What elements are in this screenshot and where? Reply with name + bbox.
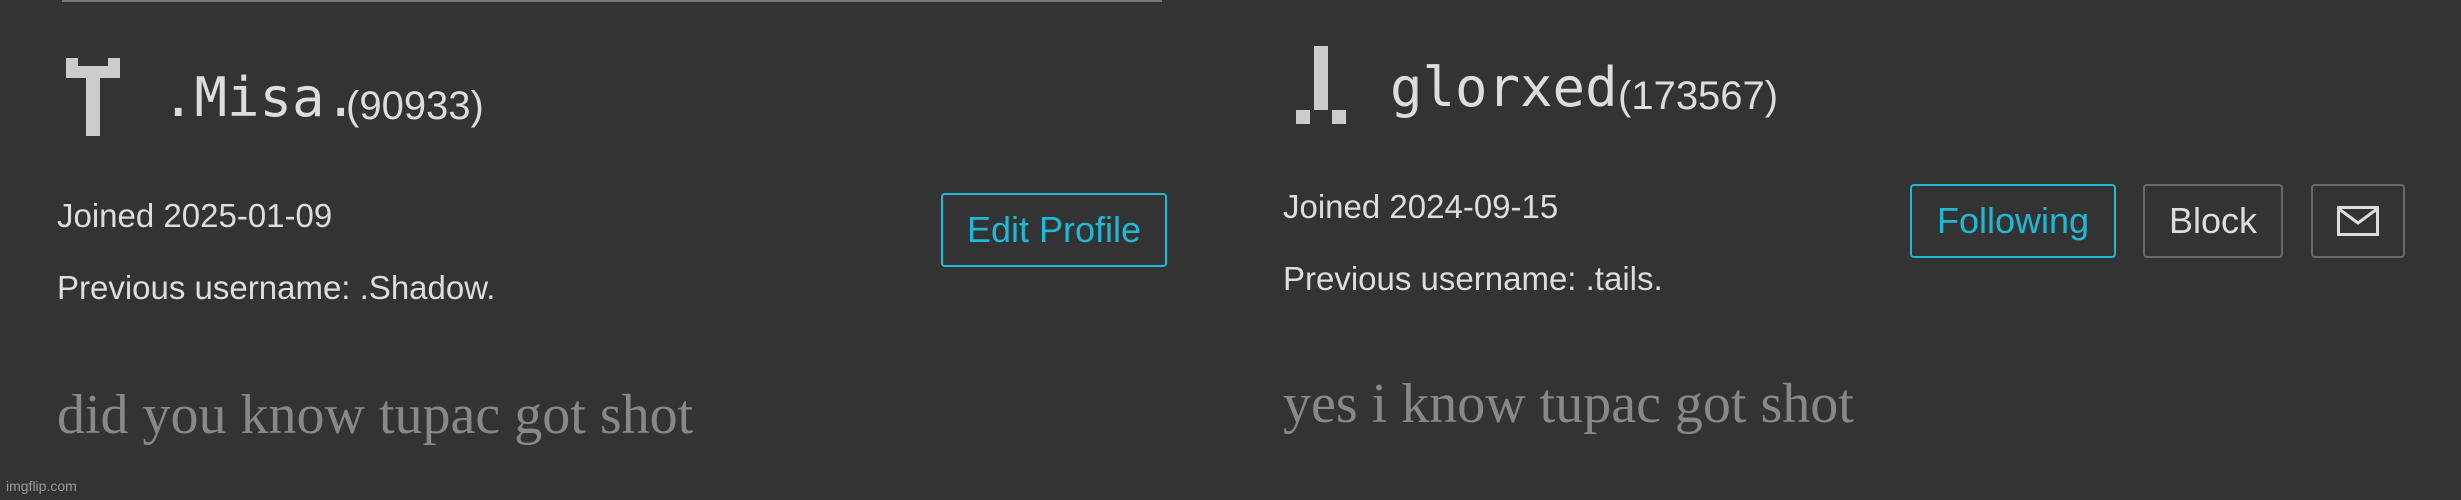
watermark: imgflip.com xyxy=(6,478,77,494)
profile-bio: did you know tupac got shot xyxy=(57,384,694,446)
pixel-avatar-icon xyxy=(66,58,120,136)
pixel-avatar-icon xyxy=(1296,46,1346,124)
profile-panel-left: .Misa. (90933) Joined 2025-01-09 Previou… xyxy=(0,0,1230,500)
edit-profile-button[interactable]: Edit Profile xyxy=(941,193,1167,267)
joined-date: Joined 2025-01-09 xyxy=(57,197,333,234)
profile-username: .Misa. xyxy=(162,66,358,129)
following-button[interactable]: Following xyxy=(1910,184,2116,258)
profile-bio: yes i know tupac got shot xyxy=(1283,373,1854,435)
profile-points: (90933) xyxy=(346,84,484,128)
block-button[interactable]: Block xyxy=(2143,184,2283,258)
profile-panel-right: glorxed (173567) Joined 2024-09-15 Previ… xyxy=(1230,0,2461,500)
profile-username: glorxed xyxy=(1390,56,1618,119)
previous-username: Previous username: .tails. xyxy=(1283,260,1663,297)
envelope-icon xyxy=(2337,206,2379,236)
profile-points: (173567) xyxy=(1618,74,1779,118)
message-button[interactable] xyxy=(2311,184,2405,258)
previous-username: Previous username: .Shadow. xyxy=(57,269,496,306)
joined-date: Joined 2024-09-15 xyxy=(1283,188,1559,225)
